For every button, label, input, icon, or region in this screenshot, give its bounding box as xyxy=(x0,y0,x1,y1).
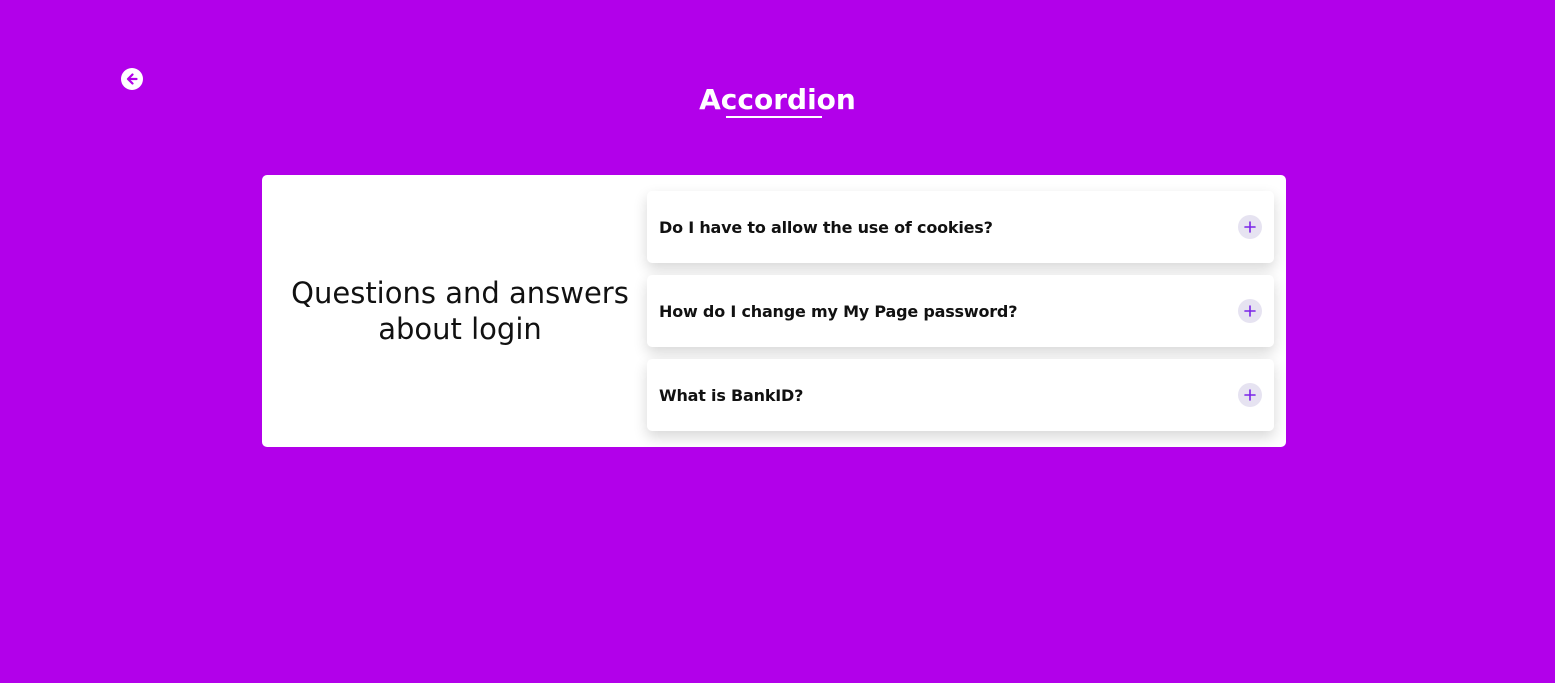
title-underline xyxy=(726,116,822,118)
accordion-item-bankid[interactable]: What is BankID? xyxy=(647,359,1274,431)
accordion-question: How do I change my My Page password? xyxy=(659,301,1018,321)
plus-icon[interactable] xyxy=(1238,383,1262,407)
plus-icon[interactable] xyxy=(1238,299,1262,323)
accordion-question: What is BankID? xyxy=(659,385,804,405)
accordion-question: Do I have to allow the use of cookies? xyxy=(659,217,993,237)
faq-card: Questions and answers about login Do I h… xyxy=(262,175,1286,447)
accordion-item-cookies[interactable]: Do I have to allow the use of cookies? xyxy=(647,191,1274,263)
plus-icon[interactable] xyxy=(1238,215,1262,239)
faq-intro-heading: Questions and answers about login xyxy=(291,276,629,346)
page-title: Accordion xyxy=(699,83,856,116)
accordion-item-password[interactable]: How do I change my My Page password? xyxy=(647,275,1274,347)
